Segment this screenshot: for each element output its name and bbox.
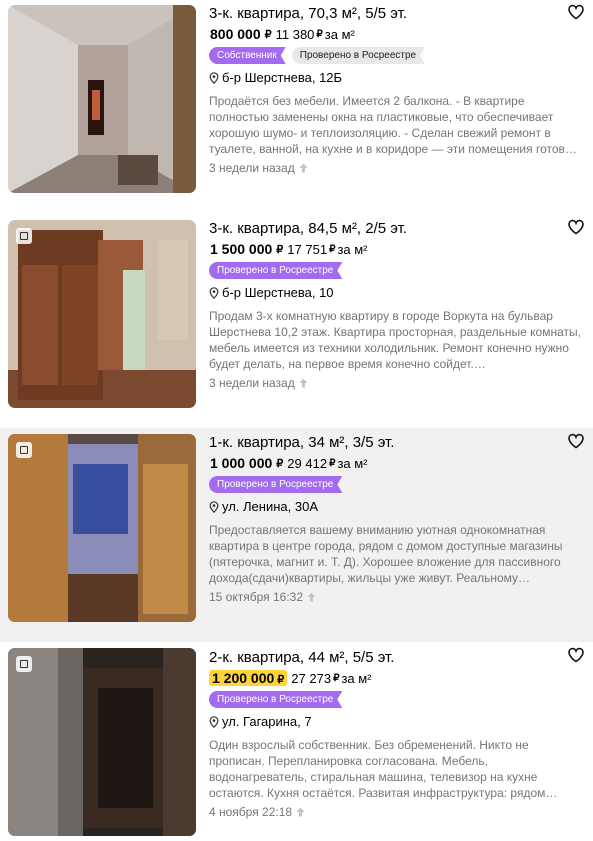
arrow-up-icon: [299, 163, 308, 173]
arrow-up-icon: [299, 378, 308, 388]
owner-badge: Собственник: [209, 47, 286, 64]
listing-photo[interactable]: [8, 220, 196, 408]
gallery-icon: [16, 656, 32, 672]
rosreestr-badge: Проверено в Росреестре: [292, 47, 425, 64]
per-m2-suffix: за м²: [337, 241, 368, 257]
price-per-m2: 11 380: [275, 26, 315, 42]
heart-icon[interactable]: [567, 218, 585, 236]
price: 1 200 000: [212, 670, 275, 686]
listing-card[interactable]: 1-к. квартира, 34 м², 3/5 эт. 1 000 000 …: [0, 428, 593, 642]
listing-card[interactable]: 3-к. квартира, 84,5 м², 2/5 эт. 1 500 00…: [0, 214, 593, 428]
apartment-photo: [8, 648, 196, 836]
listing-info: 1-к. квартира, 34 м², 3/5 эт. 1 000 000 …: [209, 434, 585, 604]
address-text[interactable]: б-р Шерстнева, 12Б: [222, 70, 342, 86]
price-row: 800 000 ₽ 11 380 ₽ за м²: [209, 25, 585, 43]
heart-icon[interactable]: [567, 3, 585, 21]
address-text[interactable]: ул. Гагарина, 7: [222, 714, 312, 730]
listing-title[interactable]: 2-к. квартира, 44 м², 5/5 эт.: [209, 649, 585, 667]
badges: Проверено в Росреестре: [209, 476, 585, 494]
address: б-р Шерстнева, 12Б: [209, 70, 585, 86]
rosreestr-badge: Проверено в Росреестре: [209, 476, 342, 493]
location-pin-icon: [209, 287, 219, 299]
address: б-р Шерстнева, 10: [209, 285, 585, 301]
listing-info: 2-к. квартира, 44 м², 5/5 эт. 1 200 000 ₽…: [209, 649, 585, 819]
apartment-photo: [8, 434, 196, 622]
date-text: 15 октября 16:32: [209, 590, 304, 604]
price: 1 000 000: [210, 455, 273, 471]
price-per-m2: 17 751: [287, 241, 328, 257]
listing-title[interactable]: 1-к. квартира, 34 м², 3/5 эт.: [209, 434, 585, 452]
date-text: 3 недели назад: [209, 376, 295, 390]
listing-date: 4 ноября 22:18: [209, 805, 585, 819]
arrow-up-icon: [307, 592, 316, 602]
ruble-icon: ₽: [316, 28, 323, 40]
listing-description: Один взрослый собственник. Без обременен…: [209, 738, 558, 800]
date-text: 3 недели назад: [209, 161, 295, 175]
price-row: 1 200 000 ₽ 27 273 ₽ за м²: [209, 669, 585, 687]
badges: Собственник Проверено в Росреестре: [209, 47, 585, 65]
listing-description: Продаётся без мебели. Имеется 2 балкона.…: [209, 94, 577, 156]
listing-title[interactable]: 3-к. квартира, 70,3 м², 5/5 эт.: [209, 5, 585, 23]
listing-card[interactable]: 3-к. квартира, 70,3 м², 5/5 эт. 800 000 …: [0, 0, 593, 214]
listing-title[interactable]: 3-к. квартира, 84,5 м², 2/5 эт.: [209, 220, 585, 238]
listing-photo[interactable]: [8, 5, 196, 193]
listing-photo[interactable]: [8, 434, 196, 622]
per-m2-suffix: за м²: [341, 670, 372, 686]
listing-info: 3-к. квартира, 70,3 м², 5/5 эт. 800 000 …: [209, 5, 585, 175]
badges: Проверено в Росреестре: [209, 691, 585, 709]
price: 1 500 000: [210, 241, 273, 257]
listing-date: 3 недели назад: [209, 376, 585, 390]
ruble-icon: ₽: [276, 457, 284, 470]
address: ул. Гагарина, 7: [209, 714, 585, 730]
location-pin-icon: [209, 716, 219, 728]
ruble-icon: ₽: [264, 28, 272, 41]
listing-card[interactable]: 2-к. квартира, 44 м², 5/5 эт. 1 200 000 ₽…: [0, 642, 593, 841]
address-text[interactable]: б-р Шерстнева, 10: [222, 285, 334, 301]
listings-list: 3-к. квартира, 70,3 м², 5/5 эт. 800 000 …: [0, 0, 593, 841]
ruble-icon: ₽: [277, 674, 285, 686]
apartment-photo: [8, 220, 196, 408]
heart-icon[interactable]: [567, 646, 585, 664]
price-per-m2: 29 412: [287, 455, 328, 471]
rosreestr-badge: Проверено в Росреестре: [209, 691, 342, 708]
per-m2-suffix: за м²: [324, 26, 355, 42]
listing-description: Продам 3-х комнатную квартиру в городе В…: [209, 309, 581, 371]
location-pin-icon: [209, 72, 219, 84]
location-pin-icon: [209, 501, 219, 513]
rosreestr-badge: Проверено в Росреестре: [209, 262, 342, 279]
per-m2-suffix: за м²: [337, 455, 368, 471]
price-per-m2: 27 273: [291, 670, 332, 686]
ruble-icon: ₽: [329, 457, 336, 469]
listing-description: Предоставляется вашему вниманию уютная о…: [209, 523, 563, 585]
heart-icon[interactable]: [567, 432, 585, 450]
listing-info: 3-к. квартира, 84,5 м², 2/5 эт. 1 500 00…: [209, 220, 585, 390]
gallery-icon: [16, 228, 32, 244]
gallery-icon: [16, 442, 32, 458]
price-row: 1 000 000 ₽ 29 412 ₽ за м²: [209, 454, 585, 472]
price-highlighted: 1 200 000 ₽: [209, 670, 288, 686]
address-text[interactable]: ул. Ленина, 30А: [222, 499, 318, 515]
date-text: 4 ноября 22:18: [209, 805, 293, 819]
ruble-icon: ₽: [276, 243, 284, 256]
ruble-icon: ₽: [329, 243, 336, 255]
price-row: 1 500 000 ₽ 17 751 ₽ за м²: [209, 240, 585, 258]
listing-date: 15 октября 16:32: [209, 590, 585, 604]
ruble-icon: ₽: [333, 672, 340, 684]
address: ул. Ленина, 30А: [209, 499, 585, 515]
listing-photo[interactable]: [8, 648, 196, 836]
apartment-photo: [8, 5, 196, 193]
price: 800 000: [210, 26, 261, 42]
badges: Проверено в Росреестре: [209, 262, 585, 280]
arrow-up-icon: [296, 807, 305, 817]
listing-date: 3 недели назад: [209, 161, 585, 175]
